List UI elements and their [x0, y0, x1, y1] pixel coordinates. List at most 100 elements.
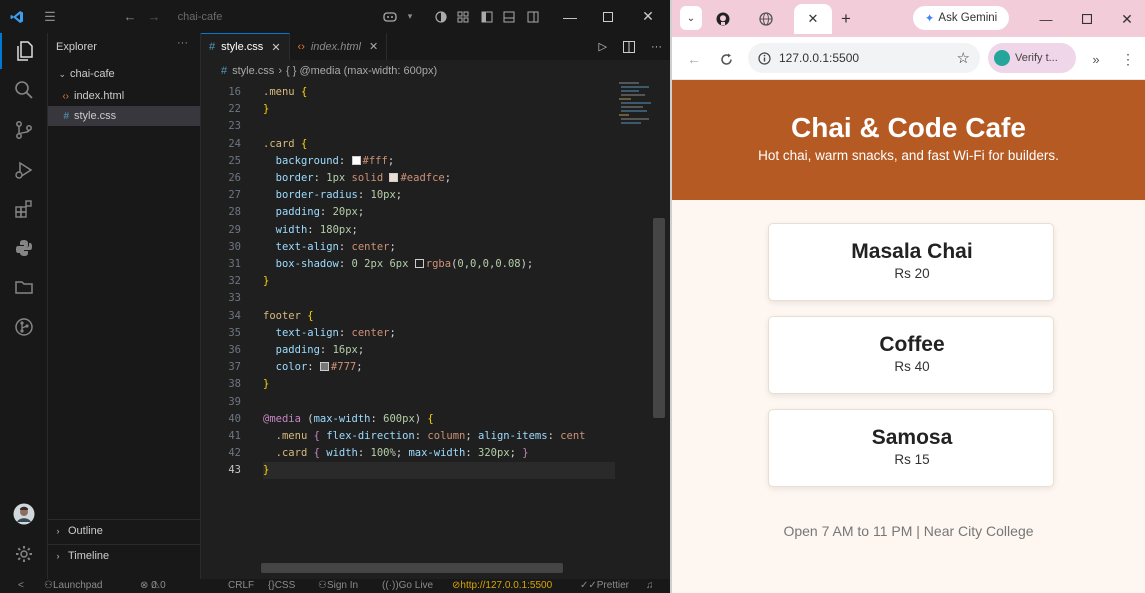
ask-gemini-label: Ask Gemini	[938, 12, 998, 24]
maximize-icon[interactable]	[596, 0, 620, 33]
extensions-icon[interactable]	[0, 191, 48, 227]
tab-style-css[interactable]: # style.css ✕	[201, 33, 290, 60]
go-live-item[interactable]: ((·)) Go Live	[382, 579, 433, 593]
line-number: 35	[228, 326, 241, 339]
python-icon[interactable]	[0, 230, 48, 266]
search-icon[interactable]	[0, 72, 48, 108]
file-style-css[interactable]: # style.css	[48, 106, 200, 126]
run-debug-icon[interactable]	[0, 152, 48, 188]
timeline-section[interactable]: › Timeline	[48, 544, 200, 566]
minimize-icon[interactable]: —	[558, 0, 582, 33]
tab-search-chevron-icon[interactable]: ⌄	[680, 6, 702, 30]
site-info-icon[interactable]	[758, 51, 771, 65]
code-line[interactable]: .card {	[263, 136, 307, 153]
globe-tab-icon[interactable]	[754, 4, 778, 34]
chevron-down-icon[interactable]: ▾	[402, 0, 418, 33]
source-control-icon[interactable]	[0, 112, 48, 148]
code-line[interactable]: }	[263, 376, 269, 393]
folder-icon[interactable]	[0, 269, 48, 305]
outline-section[interactable]: › Outline	[48, 519, 200, 541]
minimize-icon[interactable]: —	[1034, 4, 1058, 34]
forward-arrow-icon[interactable]: →	[144, 0, 164, 33]
breadcrumb-file[interactable]: style.css	[232, 65, 274, 77]
code-line[interactable]: color: #777;	[263, 359, 363, 376]
git-graph-icon[interactable]	[0, 309, 48, 345]
vertical-scrollbar[interactable]	[653, 218, 665, 418]
eol-item[interactable]: CRLF	[228, 579, 254, 593]
code-line[interactable]: .menu {	[263, 84, 307, 101]
code-line[interactable]: }	[263, 101, 269, 118]
css-file-icon: #	[209, 41, 216, 53]
code-line[interactable]: footer {	[263, 308, 314, 325]
close-window-icon[interactable]: ✕	[1115, 4, 1139, 34]
run-icon[interactable]: ▷	[591, 33, 615, 60]
toggle-panel-icon[interactable]	[500, 0, 518, 33]
code-line[interactable]: width: 180px;	[263, 222, 358, 239]
accounts-icon[interactable]	[432, 0, 450, 33]
bookmark-star-icon[interactable]: ☆	[957, 49, 970, 67]
split-editor-icon[interactable]	[615, 33, 643, 60]
reload-icon[interactable]	[714, 47, 738, 71]
copilot-icon[interactable]	[380, 0, 400, 33]
code-line[interactable]: .card { width: 100%; max-width: 320px; }	[263, 445, 529, 462]
language-mode-item[interactable]: {} CSS	[268, 579, 295, 593]
close-tab-icon[interactable]: ✕	[369, 40, 378, 53]
code-line[interactable]: text-align: center;	[263, 325, 396, 342]
code-line[interactable]: background: #fff;	[263, 153, 395, 170]
live-server-item[interactable]: ⊘ http://127.0.0.1:5500	[452, 579, 552, 593]
toggle-secondary-sidebar-icon[interactable]	[524, 0, 542, 33]
chevron-down-icon: ⌄	[58, 68, 66, 79]
file-index-html[interactable]: ‹› index.html	[48, 86, 200, 106]
code-line[interactable]: padding: 20px;	[263, 204, 365, 221]
close-tab-icon[interactable]: ✕	[808, 11, 819, 27]
remote-icon[interactable]: <	[18, 579, 24, 593]
line-number: 26	[228, 172, 241, 184]
code-line[interactable]: }	[263, 462, 615, 480]
close-tab-icon[interactable]: ✕	[271, 41, 280, 54]
tab-strip: ⌄ ✕ + ✦ Ask Gemini — ✕	[672, 0, 1145, 37]
code-editor[interactable]: 16 .menu {22} 23 24 .card {25 background: #f…	[201, 82, 616, 512]
back-arrow-icon[interactable]: ←	[120, 0, 140, 33]
more-actions-icon[interactable]: ···	[643, 33, 670, 60]
notifications-bell-icon[interactable]: ♫	[646, 579, 654, 593]
server-url: http://127.0.0.1:5500	[460, 580, 553, 591]
account-avatar[interactable]	[0, 496, 48, 532]
code-line[interactable]: @media (max-width: 600px) {	[263, 411, 434, 428]
active-tab[interactable]: ✕	[794, 4, 832, 34]
breadcrumb-symbol[interactable]: { } @media (max-width: 600px)	[286, 65, 437, 77]
code-line[interactable]: border: 1px solid #eadfce;	[263, 170, 451, 187]
back-arrow-icon[interactable]: ←	[682, 47, 706, 71]
site-title: Chai & Code Cafe	[791, 112, 1026, 143]
address-bar[interactable]: 127.0.0.1:5500 ☆	[748, 43, 980, 73]
code-line[interactable]: }	[263, 273, 269, 290]
gemini-sparkle-icon: ✦	[924, 13, 935, 25]
layout-icon[interactable]	[454, 0, 472, 33]
chrome-menu-icon[interactable]: ⋮	[1116, 47, 1140, 71]
maximize-icon[interactable]	[1075, 4, 1099, 34]
ask-gemini-button[interactable]: ✦ Ask Gemini	[913, 6, 1009, 30]
explorer-icon[interactable]	[0, 33, 48, 69]
code-line[interactable]: border-radius: 10px;	[263, 187, 402, 204]
more-actions-icon[interactable]: ···	[177, 37, 188, 49]
folder-chai-cafe[interactable]: ⌄ chai-cafe	[48, 64, 200, 84]
github-tab-icon[interactable]	[710, 4, 736, 34]
sign-in-item[interactable]: ⚇ Sign In	[318, 579, 358, 593]
code-line[interactable]: padding: 16px;	[263, 342, 365, 359]
line-number: 43	[228, 464, 241, 477]
menu-icon[interactable]: ☰	[40, 0, 60, 33]
prettier-item[interactable]: ✓✓ Prettier	[580, 579, 629, 593]
code-line[interactable]: text-align: center;	[263, 239, 396, 256]
horizontal-scrollbar[interactable]	[261, 563, 563, 573]
launchpad-item[interactable]: ⚇ Launchpad	[44, 579, 102, 593]
tab-index-html[interactable]: ‹› index.html ✕	[290, 33, 388, 60]
code-line[interactable]: box-shadow: 0 2px 6px rgba(0,0,0,0.08);	[263, 256, 534, 273]
close-window-icon[interactable]: ✕	[636, 0, 660, 33]
code-line[interactable]: .menu { flex-direction: column; align-it…	[263, 428, 586, 445]
minimap[interactable]	[619, 82, 659, 142]
verify-extension-chip[interactable]: Verify t...	[988, 43, 1076, 73]
toggle-sidebar-icon[interactable]	[478, 0, 496, 33]
extensions-overflow-icon[interactable]: »	[1084, 47, 1108, 71]
settings-gear-icon[interactable]	[0, 536, 48, 572]
problems-item[interactable]: ⊗ 0 ⚠ 0	[140, 579, 166, 593]
new-tab-icon[interactable]: +	[836, 4, 856, 34]
